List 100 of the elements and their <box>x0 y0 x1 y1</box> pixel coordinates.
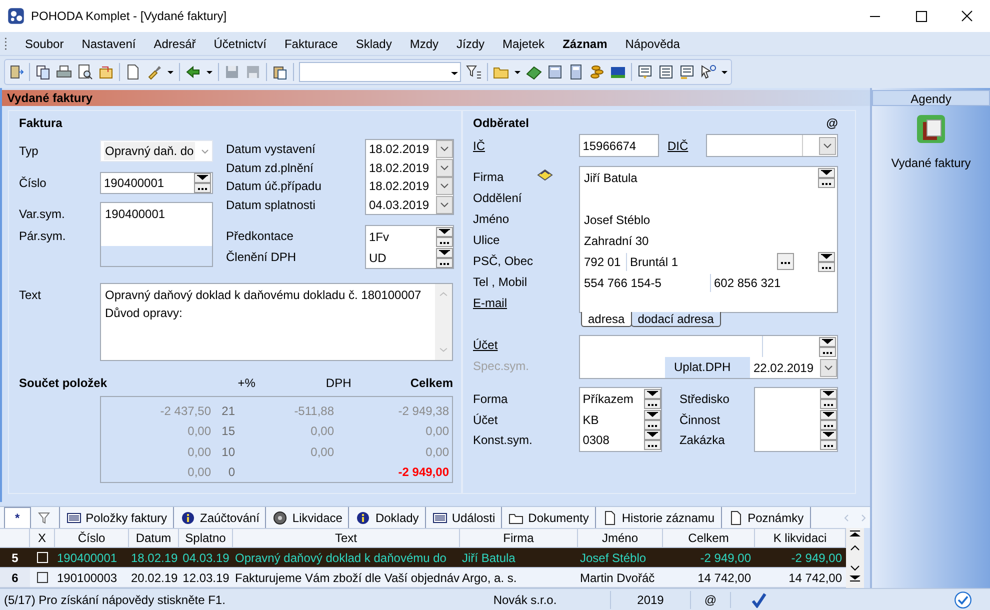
clipboard-icon[interactable] <box>272 64 288 80</box>
field-value[interactable]: Příkazem <box>582 390 634 408</box>
lookup-button[interactable] <box>436 248 453 268</box>
dropdown-button[interactable] <box>820 358 837 378</box>
table-row[interactable]: 5 190400001 18.02.19 04.03.19 Opravný daňový doklad k daňovému do Jiří Batula Josef Stéblo -2 949,00 -2 949,00 <box>0 548 846 568</box>
lookup-button[interactable] <box>818 168 835 188</box>
detail-tab[interactable]: * <box>4 507 31 528</box>
address-tab[interactable]: dodací adresa <box>630 312 721 327</box>
printer-icon[interactable] <box>56 64 72 80</box>
lookup-button[interactable] <box>820 430 837 450</box>
dropdown-button[interactable] <box>436 140 453 158</box>
menu-item[interactable]: Účetnictví <box>214 34 266 52</box>
door-icon[interactable] <box>8 64 24 80</box>
document-icon[interactable] <box>125 64 141 80</box>
back-arrow-icon[interactable] <box>185 64 201 80</box>
lookup-button[interactable] <box>436 227 453 248</box>
lookup-button[interactable] <box>820 410 837 430</box>
input-field[interactable]: 15966674 <box>578 134 660 157</box>
field-value[interactable]: Josef Stéblo <box>584 210 650 228</box>
menu-item[interactable]: Jízdy <box>456 34 485 52</box>
field-value[interactable]: 602 856 321 <box>711 274 781 292</box>
checkbox[interactable] <box>37 572 48 583</box>
menu-item[interactable]: Sklady <box>356 34 392 52</box>
table-cell-text: 04.03.19 <box>182 550 230 566</box>
column-header[interactable]: Splatno <box>179 529 233 547</box>
field-label: Ulice <box>473 232 500 248</box>
input-field[interactable]: 190400001 <box>100 172 213 194</box>
field-value[interactable]: 792 01 <box>584 252 626 270</box>
menu-item[interactable]: Majetek <box>502 34 545 52</box>
date-value[interactable]: 18.02.2019 <box>369 177 430 196</box>
group-heading: Faktura <box>19 116 62 131</box>
calculator-icon[interactable] <box>547 64 563 80</box>
brush-icon[interactable] <box>146 64 162 80</box>
select-field[interactable]: Opravný daň. do <box>100 140 213 162</box>
table-row[interactable]: 6 190100003 20.02.19 12.03.19 Fakturujeme Vám zboží dle Vaší objednáv Argo, a. s. Martin Dvořáč 14 742,00 14 742,00 <box>0 568 846 588</box>
check-circle-icon[interactable] <box>954 590 972 608</box>
menu-item[interactable]: Adresář <box>154 34 196 52</box>
date-value[interactable]: 18.02.2019 <box>369 158 430 177</box>
column-header[interactable]: Datum <box>129 529 179 547</box>
ellipsis-button[interactable] <box>777 253 794 270</box>
amount: 0,00 <box>186 423 211 440</box>
date-value[interactable]: 04.03.2019 <box>369 196 430 214</box>
menu-item[interactable]: Fakturace <box>284 34 338 52</box>
list-icon[interactable] <box>679 64 695 80</box>
list-icon[interactable] <box>637 64 653 80</box>
dropdown-button[interactable] <box>436 196 453 214</box>
input-field[interactable]: Uplat.DPH 22.02.2019 <box>579 335 838 379</box>
field-value[interactable]: Jiří Batula <box>584 168 818 186</box>
column-header[interactable]: Text <box>233 529 460 547</box>
coins-icon[interactable] <box>589 64 605 80</box>
field-value[interactable]: UD <box>369 248 386 267</box>
dropdown-button[interactable] <box>819 136 836 154</box>
field-value[interactable]: 554 766 154-5 <box>584 274 710 292</box>
date-value[interactable]: 22.02.2019 <box>750 358 820 376</box>
menu-item[interactable]: Soubor <box>25 34 64 52</box>
dropdown-button[interactable] <box>436 158 453 177</box>
menu-item[interactable]: Nastavení <box>82 34 136 52</box>
field-label: Činnost <box>679 412 722 428</box>
field-link[interactable]: E-mail <box>473 294 508 312</box>
disc-icon <box>272 510 288 526</box>
lookup-button[interactable] <box>820 389 837 410</box>
address-tab[interactable]: adresa <box>581 312 632 327</box>
field-link[interactable]: DIČ <box>667 136 688 154</box>
field-link[interactable]: IČ <box>473 136 485 154</box>
combo-field[interactable] <box>299 62 461 82</box>
calculator-icon[interactable] <box>568 64 584 80</box>
lookup-button[interactable] <box>818 252 835 272</box>
lookup-button[interactable] <box>819 336 836 356</box>
menu-item[interactable]: Mzdy <box>410 34 439 52</box>
column-header[interactable]: X <box>30 529 55 547</box>
field-value[interactable]: 0308 <box>582 431 610 450</box>
field-label: Číslo <box>19 175 48 192</box>
menu-item[interactable]: Nápověda <box>625 34 680 52</box>
list-icon[interactable] <box>658 64 674 80</box>
field-value[interactable]: KB <box>582 410 599 429</box>
agenda-item[interactable]: Vydané faktury <box>872 112 990 172</box>
copy-icon[interactable] <box>35 64 51 80</box>
export-icon[interactable] <box>98 64 114 80</box>
date-value[interactable]: 18.02.2019 <box>369 140 430 158</box>
column-header[interactable]: Celkem <box>663 529 755 547</box>
field-link[interactable]: Účet <box>473 336 498 354</box>
field-value[interactable]: 1Fv <box>369 228 390 246</box>
lookup-button[interactable] <box>194 173 211 193</box>
filter-icon[interactable] <box>466 64 482 80</box>
column-header[interactable]: Firma <box>460 529 578 547</box>
input-field[interactable]: 190400001 <box>100 202 213 267</box>
lookup-button[interactable] <box>644 389 662 410</box>
field-label: Datum splatnosti <box>226 196 316 214</box>
field-value[interactable]: Bruntál 1 <box>627 252 777 270</box>
column-header[interactable]: Číslo <box>55 529 129 547</box>
lookup-button[interactable] <box>644 430 662 450</box>
column-header[interactable]: Jméno <box>578 529 663 547</box>
menu-item[interactable]: Záznam <box>562 34 608 52</box>
help-pointer-icon[interactable] <box>700 64 716 80</box>
field-value[interactable]: Zahradní 30 <box>584 232 649 250</box>
text-area[interactable]: Opravný daňový doklad k daňovému dokladu č. 180100007 Důvod opravy: <box>100 283 453 361</box>
preview-icon[interactable] <box>77 64 93 80</box>
dropdown-button[interactable] <box>436 177 453 196</box>
input-field[interactable] <box>706 134 838 157</box>
lookup-button[interactable] <box>644 410 662 430</box>
